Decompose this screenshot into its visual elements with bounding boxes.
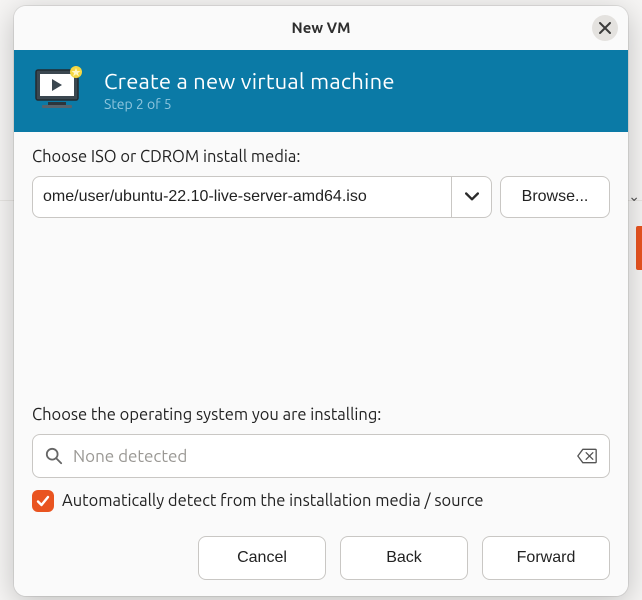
dialog-window: New VM Create a new virtual machine Step… xyxy=(14,6,628,596)
os-placeholder: None detected xyxy=(73,447,567,466)
background-accent xyxy=(636,226,642,270)
forward-button[interactable]: Forward xyxy=(482,536,610,580)
content-spacer xyxy=(32,232,610,406)
chevron-down-icon xyxy=(465,192,479,202)
action-buttons: Cancel Back Forward xyxy=(32,532,610,580)
banner-heading: Create a new virtual machine xyxy=(104,69,395,94)
media-row: Browse... xyxy=(32,176,610,218)
wizard-banner: Create a new virtual machine Step 2 of 5 xyxy=(14,50,628,132)
media-dropdown-toggle[interactable] xyxy=(451,177,491,217)
title-bar: New VM xyxy=(14,6,628,50)
banner-text: Create a new virtual machine Step 2 of 5 xyxy=(104,69,395,112)
backspace-icon xyxy=(577,448,597,464)
content-area: Choose ISO or CDROM install media: Brows… xyxy=(14,132,628,596)
window-title: New VM xyxy=(292,19,351,36)
os-search-field[interactable]: None detected xyxy=(32,434,610,478)
vm-icon xyxy=(32,66,90,114)
cancel-button[interactable]: Cancel xyxy=(198,536,326,580)
os-label: Choose the operating system you are inst… xyxy=(32,406,610,424)
browse-button[interactable]: Browse... xyxy=(500,176,610,218)
check-icon xyxy=(36,494,50,508)
step-indicator: Step 2 of 5 xyxy=(104,96,395,112)
media-combobox[interactable] xyxy=(32,176,492,218)
autodetect-row[interactable]: Automatically detect from the installati… xyxy=(32,490,610,512)
close-button[interactable] xyxy=(592,15,618,41)
media-label: Choose ISO or CDROM install media: xyxy=(32,148,610,166)
background-caret-icon: ⌄ xyxy=(628,188,640,205)
autodetect-label: Automatically detect from the installati… xyxy=(62,492,484,510)
search-icon xyxy=(45,447,63,465)
media-path-input[interactable] xyxy=(33,177,451,217)
autodetect-checkbox[interactable] xyxy=(32,490,54,512)
back-button[interactable]: Back xyxy=(340,536,468,580)
close-icon xyxy=(599,22,611,34)
